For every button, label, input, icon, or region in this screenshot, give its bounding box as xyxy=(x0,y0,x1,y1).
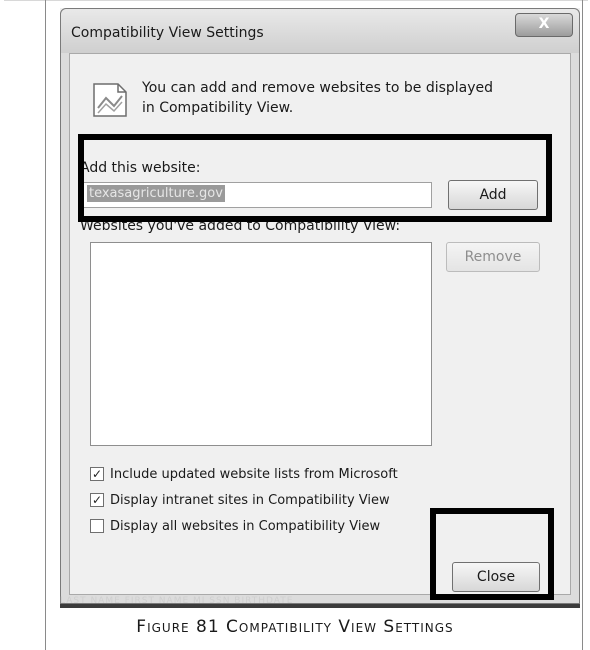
highlight-add-website xyxy=(78,134,552,222)
checkbox-label: Display all websites in Compatibility Vi… xyxy=(110,518,381,534)
remove-button[interactable]: Remove xyxy=(446,242,540,272)
checkbox-include-updated-lists[interactable]: ✓ xyxy=(90,467,104,481)
title-bar: Compatibility View Settings X xyxy=(61,9,579,53)
figure-caption: Figure 81 Compatibility View Settings xyxy=(136,617,454,637)
close-icon: X xyxy=(538,16,550,32)
checkbox-label: Include updated website lists from Micro… xyxy=(110,466,398,482)
info-text: You can add and remove websites to be di… xyxy=(142,80,494,116)
checkbox-label: Display intranet sites in Compatibility … xyxy=(110,492,390,508)
dialog-title: Compatibility View Settings xyxy=(71,25,264,41)
checkbox-row-display-intranet[interactable]: ✓ Display intranet sites in Compatibilit… xyxy=(90,490,390,510)
window-close-button[interactable]: X xyxy=(515,13,573,37)
checkbox-row-include-updated-lists[interactable]: ✓ Include updated website lists from Mic… xyxy=(90,464,398,484)
checkbox-display-intranet[interactable]: ✓ xyxy=(90,493,104,507)
page-icon xyxy=(93,83,127,117)
figure-frame-left xyxy=(45,0,46,650)
checkbox-display-all[interactable] xyxy=(90,519,104,533)
figure-frame-top xyxy=(4,0,588,8)
checkbox-row-display-all[interactable]: Display all websites in Compatibility Vi… xyxy=(90,516,380,536)
highlight-close-button xyxy=(430,508,554,600)
websites-list[interactable] xyxy=(90,242,432,446)
figure-frame-right xyxy=(582,0,583,650)
